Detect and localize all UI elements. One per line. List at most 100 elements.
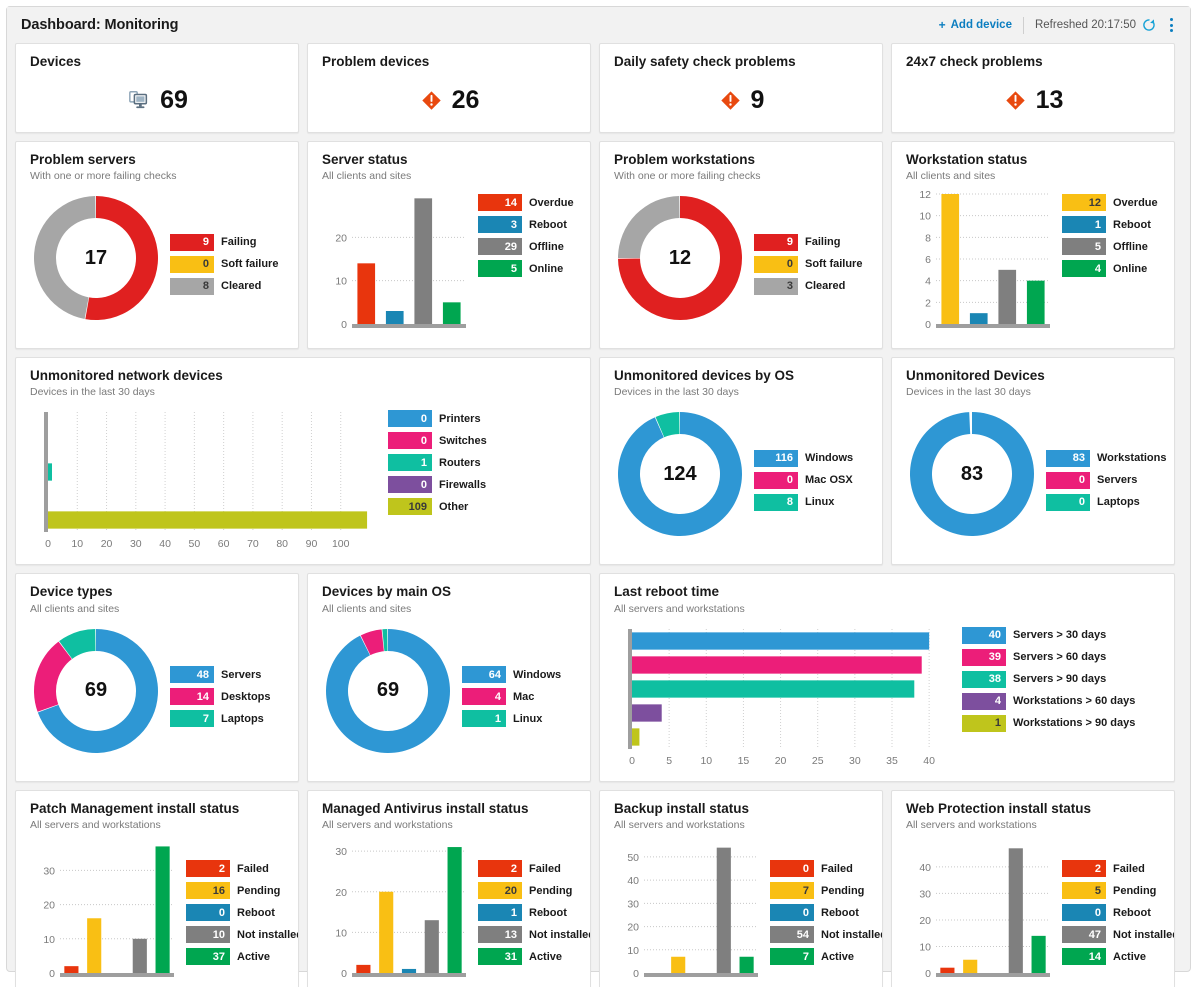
legend-item[interactable]: 0 Laptops <box>1046 493 1166 511</box>
widget-subtitle: All servers and workstations <box>614 818 745 831</box>
legend-item[interactable]: 29 Offline <box>478 238 578 256</box>
legend-item[interactable]: 9 Failing <box>170 233 286 251</box>
legend-item[interactable]: 116 Windows <box>754 449 870 467</box>
legend-item[interactable]: 8 Linux <box>754 493 870 511</box>
legend-item[interactable]: 9 Failing <box>754 233 870 251</box>
legend-item[interactable]: 4 Online <box>1062 260 1162 278</box>
legend-item[interactable]: 1 Reboot <box>1062 216 1162 234</box>
legend-label: Pending <box>821 884 865 897</box>
legend-value: 14 <box>478 194 522 212</box>
donut-chart[interactable]: 17 <box>30 188 162 340</box>
legend-item[interactable]: 0 Reboot <box>770 904 882 922</box>
legend-item[interactable]: 10 Not installed <box>186 926 298 944</box>
widget-unmonitored-devices[interactable]: Unmonitored Devices Devices in the last … <box>891 357 1175 566</box>
widget-workstation-status[interactable]: Workstation status All clients and sites… <box>891 141 1175 350</box>
legend-item[interactable]: 1 Workstations > 90 days <box>962 714 1162 732</box>
legend-item[interactable]: 0 Printers <box>388 410 578 428</box>
legend-item[interactable]: 0 Mac OSX <box>754 471 870 489</box>
legend-item[interactable]: 0 Servers <box>1046 471 1166 489</box>
legend-item[interactable]: 39 Servers > 60 days <box>962 648 1162 666</box>
more-options-button[interactable] <box>1165 14 1178 36</box>
bar-chart[interactable]: 0 10 20 30 40 <box>906 837 1054 987</box>
widget-last-reboot-time[interactable]: Last reboot time All servers and worksta… <box>599 573 1175 782</box>
donut-chart[interactable]: 69 <box>322 621 454 773</box>
legend-item[interactable]: 0 Reboot <box>186 904 298 922</box>
legend-item[interactable]: 2 Failed <box>186 860 298 878</box>
donut-chart[interactable]: 83 <box>906 404 1038 556</box>
chart-row-3: Unmonitored network devices Devices in t… <box>15 357 1182 566</box>
legend-item[interactable]: 37 Active <box>186 948 298 966</box>
bar-chart[interactable]: 0 10 20 30 <box>322 837 470 987</box>
legend-item[interactable]: 13 Not installed <box>478 926 590 944</box>
kpi-card-daily-safety-check-problems[interactable]: Daily safety check problems 9 <box>599 43 883 133</box>
legend-item[interactable]: 0 Soft failure <box>170 255 286 273</box>
legend-item[interactable]: 3 Cleared <box>754 277 870 295</box>
legend-item[interactable]: 48 Servers <box>170 666 286 684</box>
legend-item[interactable]: 40 Servers > 30 days <box>962 626 1162 644</box>
kpi-card-devices[interactable]: Devices 69 <box>15 43 299 133</box>
legend-item[interactable]: 5 Pending <box>1062 882 1174 900</box>
donut-chart[interactable]: 69 <box>30 621 162 773</box>
widget-server-status[interactable]: Server status All clients and sites 0 10 2… <box>307 141 591 350</box>
legend-item[interactable]: 109 Other <box>388 498 578 516</box>
horizontal-bar-chart[interactable]: 0 10 20 30 40 50 60 70 80 90 100 <box>30 404 380 556</box>
legend-item[interactable]: 0 Soft failure <box>754 255 870 273</box>
legend-item[interactable]: 7 Laptops <box>170 710 286 728</box>
legend-item[interactable]: 1 Linux <box>462 710 578 728</box>
legend-label: Servers > 30 days <box>1013 629 1107 642</box>
bar-chart[interactable]: 0 10 20 30 <box>30 837 178 987</box>
widget-backup-install-status[interactable]: Backup install status All servers and wo… <box>599 789 883 987</box>
legend-item[interactable]: 14 Overdue <box>478 194 578 212</box>
widget-unmonitored-devices-by-os[interactable]: Unmonitored devices by OS Devices in the… <box>599 357 883 566</box>
refresh-status[interactable]: Refreshed 20:17:50 <box>1024 18 1165 32</box>
widget-patch-management-install-status[interactable]: Patch Management install status All serv… <box>15 789 299 987</box>
legend-item[interactable]: 7 Pending <box>770 882 882 900</box>
legend-item[interactable]: 0 Reboot <box>1062 904 1174 922</box>
legend-item[interactable]: 1 Reboot <box>478 904 590 922</box>
donut-chart[interactable]: 124 <box>614 404 746 556</box>
kpi-card-problem-devices[interactable]: Problem devices 26 <box>307 43 591 133</box>
legend-item[interactable]: 4 Workstations > 60 days <box>962 692 1162 710</box>
legend-item[interactable]: 2 Failed <box>1062 860 1174 878</box>
legend-item[interactable]: 54 Not installed <box>770 926 882 944</box>
legend-item[interactable]: 14 Active <box>1062 948 1174 966</box>
donut-chart[interactable]: 12 <box>614 188 746 340</box>
legend-item[interactable]: 0 Switches <box>388 432 578 450</box>
legend-item[interactable]: 83 Workstations <box>1046 449 1166 467</box>
legend-item[interactable]: 12 Overdue <box>1062 194 1162 212</box>
legend-item[interactable]: 4 Mac <box>462 688 578 706</box>
legend-item[interactable]: 0 Failed <box>770 860 882 878</box>
add-device-button[interactable]: + Add device <box>939 19 1023 31</box>
legend-item[interactable]: 14 Desktops <box>170 688 286 706</box>
chart-legend: 0 Failed 7 Pending 0 Reboot 54 Not installed 7 Ac… <box>762 837 882 987</box>
legend-item[interactable]: 16 Pending <box>186 882 298 900</box>
legend-item[interactable]: 31 Active <box>478 948 590 966</box>
legend-item[interactable]: 1 Routers <box>388 454 578 472</box>
legend-item[interactable]: 8 Cleared <box>170 277 286 295</box>
legend-item[interactable]: 0 Firewalls <box>388 476 578 494</box>
widget-title: Unmonitored network devices <box>30 368 223 384</box>
kpi-card-24x7-check-problems[interactable]: 24x7 check problems 13 <box>891 43 1175 133</box>
legend-item[interactable]: 2 Failed <box>478 860 590 878</box>
legend-item[interactable]: 5 Online <box>478 260 578 278</box>
horizontal-bar-chart[interactable]: 0 5 10 15 20 25 30 35 40 <box>614 621 954 773</box>
legend-item[interactable]: 20 Pending <box>478 882 590 900</box>
bar-chart[interactable]: 0 2 4 6 8 10 12 <box>906 188 1054 340</box>
widget-device-types[interactable]: Device types All clients and sites 69 48… <box>15 573 299 782</box>
legend-item[interactable]: 5 Offline <box>1062 238 1162 256</box>
legend-value: 2 <box>478 860 522 878</box>
legend-item[interactable]: 7 Active <box>770 948 882 966</box>
widget-problem-workstations[interactable]: Problem workstations With one or more fa… <box>599 141 883 350</box>
widget-unmonitored-network-devices[interactable]: Unmonitored network devices Devices in t… <box>15 357 591 566</box>
refresh-icon[interactable] <box>1142 18 1156 32</box>
legend-item[interactable]: 3 Reboot <box>478 216 578 234</box>
widget-web-protection-install-status[interactable]: Web Protection install status All server… <box>891 789 1175 987</box>
widget-managed-antivirus-install-status[interactable]: Managed Antivirus install status All ser… <box>307 789 591 987</box>
legend-item[interactable]: 47 Not installed <box>1062 926 1174 944</box>
widget-devices-by-main-os[interactable]: Devices by main OS All clients and sites… <box>307 573 591 782</box>
bar-chart[interactable]: 0 10 20 <box>322 188 470 340</box>
bar-chart[interactable]: 0 10 20 30 40 50 <box>614 837 762 987</box>
widget-problem-servers[interactable]: Problem servers With one or more failing… <box>15 141 299 350</box>
legend-item[interactable]: 38 Servers > 90 days <box>962 670 1162 688</box>
legend-item[interactable]: 64 Windows <box>462 666 578 684</box>
